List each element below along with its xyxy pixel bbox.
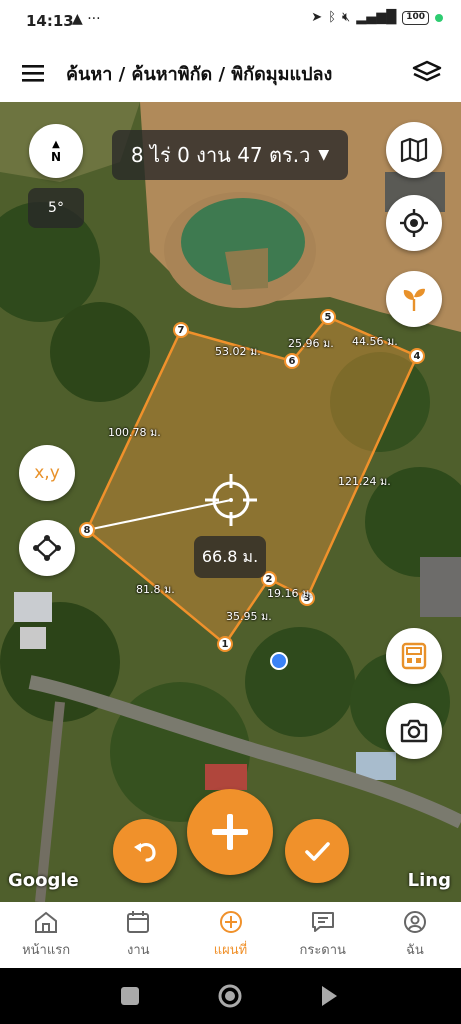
map-icon bbox=[400, 137, 428, 163]
vertex-marker-6[interactable]: 6 bbox=[284, 353, 300, 369]
satellite-map[interactable]: 12345678 19.16 ม. 35.95 ม. 81.8 ม. 100.78 ม… bbox=[0, 102, 461, 902]
bottom-nav: หน้าแรก งาน แผนที่ กระดาน ฉัน bbox=[0, 902, 461, 968]
menu-icon[interactable] bbox=[20, 60, 46, 86]
edge-length-label: 19.16 ม. bbox=[267, 587, 313, 600]
status-icons: ➤ ᛒ 🔇︎ ▂▄▆█ 100 bbox=[311, 10, 443, 25]
bluetooth-icon: ᛒ bbox=[328, 10, 336, 25]
edge-length-label: 121.24 ม. bbox=[338, 475, 391, 488]
chevron-down-icon: ▼ bbox=[318, 147, 330, 163]
layers-icon[interactable] bbox=[411, 56, 443, 88]
edge-length-label: 53.02 ม. bbox=[215, 345, 261, 358]
undo-icon bbox=[134, 842, 156, 862]
notification-icons: ▲ ··· bbox=[72, 11, 101, 27]
vertex-marker-7[interactable]: 7 bbox=[173, 322, 189, 338]
add-point-button[interactable] bbox=[187, 789, 273, 875]
nav-map[interactable]: แผนที่ bbox=[184, 902, 276, 968]
sprout-icon bbox=[403, 288, 425, 311]
status-time: 14:13 bbox=[26, 12, 74, 30]
vertex-marker-5[interactable]: 5 bbox=[320, 309, 336, 325]
calculator-button[interactable] bbox=[386, 628, 442, 684]
nav-board-label: กระดาน bbox=[299, 943, 346, 958]
signal-icon: ▂▄▆█ bbox=[356, 10, 397, 25]
user-location-dot bbox=[270, 652, 288, 670]
my-location-button[interactable] bbox=[386, 195, 442, 251]
edge-length-label: 44.56 ม. bbox=[352, 335, 398, 348]
google-logo: Google bbox=[8, 870, 79, 891]
edge-length-label: 100.78 ม. bbox=[108, 426, 161, 439]
nav-me[interactable]: ฉัน bbox=[369, 902, 461, 968]
nav-work-label: งาน bbox=[127, 943, 150, 958]
check-icon bbox=[305, 842, 330, 861]
nav-home-label: หน้าแรก bbox=[22, 943, 71, 958]
battery-icon: 100 bbox=[402, 10, 429, 25]
measure-readout: 66.8 ม. bbox=[194, 536, 266, 578]
status-dot bbox=[435, 13, 443, 22]
vertex-marker-8[interactable]: 8 bbox=[79, 522, 95, 538]
nav-home[interactable]: หน้าแรก bbox=[0, 902, 92, 968]
plant-button[interactable] bbox=[386, 271, 442, 327]
ling-logo: Ling bbox=[407, 870, 451, 891]
area-value: 8 ไร่ 0 งาน 47 ตร.ว bbox=[130, 143, 311, 167]
edge-length-label: 81.8 ม. bbox=[136, 583, 175, 596]
edge-length-label: 25.96 ม. bbox=[288, 337, 334, 350]
camera-icon bbox=[400, 719, 428, 743]
polygon-icon bbox=[33, 535, 61, 561]
calendar-icon bbox=[127, 911, 150, 933]
nav-me-label: ฉัน bbox=[406, 943, 424, 958]
confirm-button[interactable] bbox=[285, 819, 349, 883]
profile-icon bbox=[403, 911, 426, 933]
recents-icon[interactable] bbox=[121, 987, 139, 1005]
home-icon bbox=[35, 911, 58, 933]
vertex-marker-1[interactable]: 1 bbox=[217, 636, 233, 652]
nav-map-label: แผนที่ bbox=[213, 943, 248, 958]
undo-button[interactable] bbox=[113, 819, 177, 883]
map-type-button[interactable] bbox=[386, 122, 442, 178]
mute-icon: 🔇︎ bbox=[342, 10, 351, 25]
nav-work[interactable]: งาน bbox=[92, 902, 184, 968]
coordinate-button[interactable]: x,y bbox=[19, 445, 75, 501]
breadcrumb: ค้นหา / ค้นหาพิกัด / พิกัดมุมแปลง bbox=[66, 64, 333, 85]
compass-letter: N bbox=[50, 150, 62, 164]
status-bar: 14:13 ▲ ··· ➤ ᛒ 🔇︎ ▂▄▆█ 100 bbox=[0, 0, 461, 44]
plus-icon bbox=[212, 814, 248, 850]
nav-board[interactable]: กระดาน bbox=[277, 902, 369, 968]
app-bar: ค้นหา / ค้นหาพิกัด / พิกัดมุมแปลง bbox=[0, 44, 461, 102]
location-icon: ➤ bbox=[311, 10, 323, 25]
rotation-readout: 5° bbox=[28, 188, 84, 228]
vertex-marker-4[interactable]: 4 bbox=[409, 348, 425, 364]
system-nav-bar bbox=[0, 968, 461, 1024]
back-icon[interactable] bbox=[322, 986, 337, 1006]
camera-button[interactable] bbox=[386, 703, 442, 759]
plus-circle-icon bbox=[219, 911, 242, 933]
gps-target-icon bbox=[400, 209, 428, 237]
area-selector[interactable]: 8 ไร่ 0 งาน 47 ตร.ว ▼ bbox=[112, 130, 348, 180]
edge-length-label: 35.95 ม. bbox=[226, 610, 272, 623]
crosshair-icon bbox=[205, 474, 257, 526]
message-board-icon bbox=[311, 912, 334, 932]
compass-button[interactable]: ▲ N bbox=[29, 124, 83, 178]
shape-edit-button[interactable] bbox=[19, 520, 75, 576]
calculator-icon bbox=[401, 642, 427, 670]
